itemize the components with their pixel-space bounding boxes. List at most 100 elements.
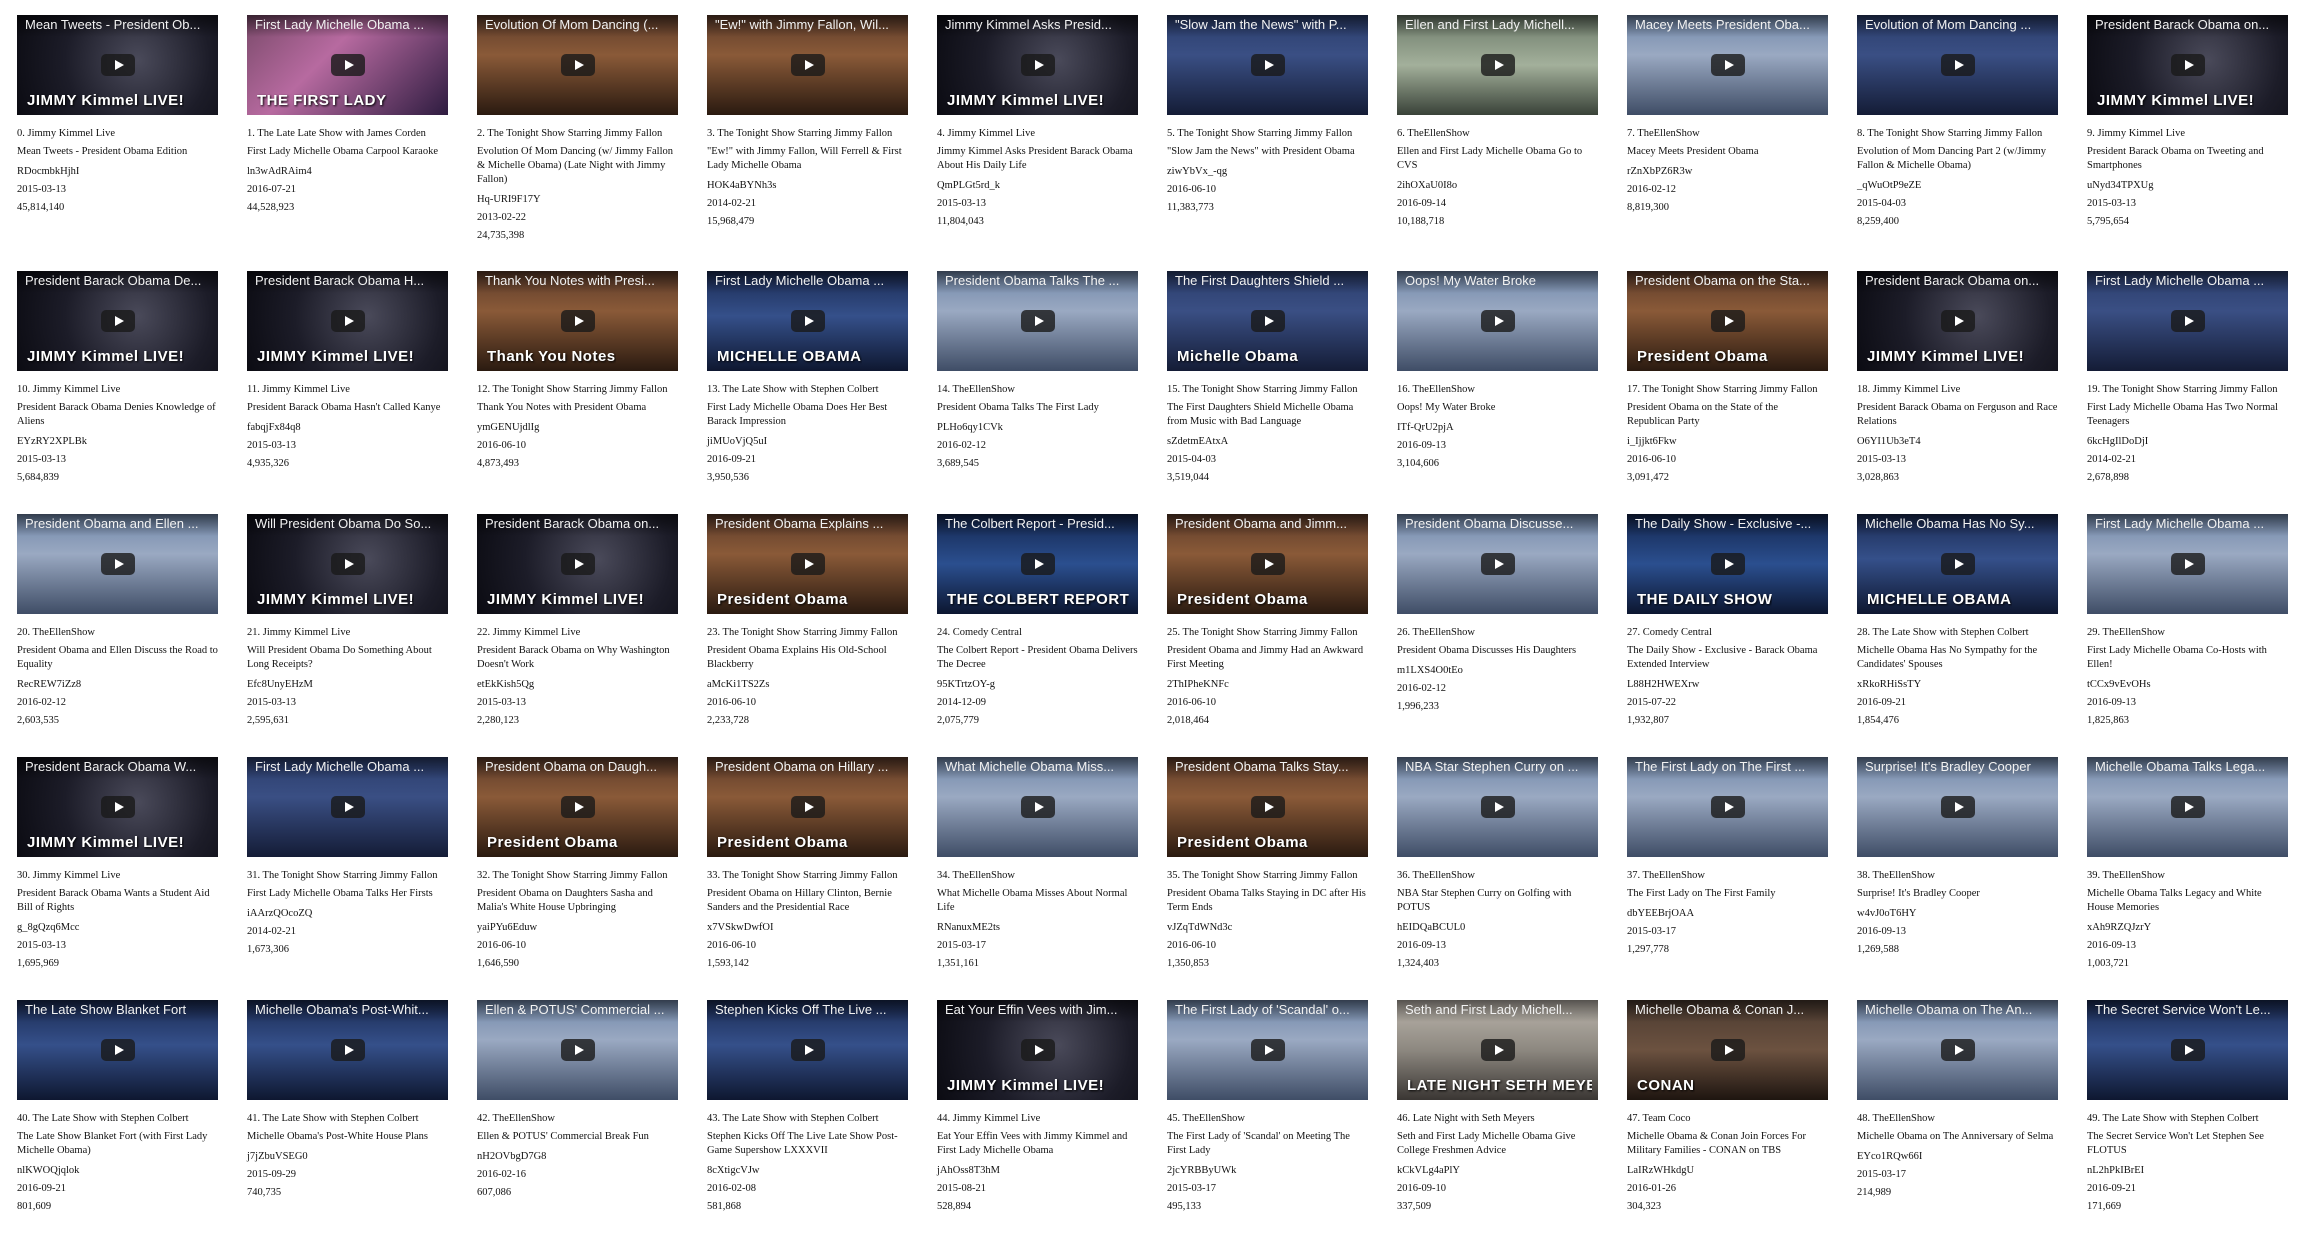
- video-thumbnail[interactable]: What Michelle Obama Miss...: [937, 757, 1138, 857]
- thumbnail-title[interactable]: Eat Your Effin Vees with Jim...: [937, 1000, 1138, 1022]
- play-icon[interactable]: [2170, 1039, 2205, 1061]
- thumbnail-title[interactable]: "Slow Jam the News" with P...: [1167, 15, 1368, 37]
- video-card[interactable]: Evolution Of Mom Dancing (... 2. The Toni…: [477, 15, 678, 247]
- thumbnail-title[interactable]: Michelle Obama & Conan J...: [1627, 1000, 1828, 1022]
- play-icon[interactable]: [1480, 796, 1515, 818]
- video-thumbnail[interactable]: First Lady Michelle Obama ... THE FIRST L…: [247, 15, 448, 115]
- video-thumbnail[interactable]: Michelle Obama on The An...: [1857, 1000, 2058, 1100]
- play-icon[interactable]: [1710, 310, 1745, 332]
- video-card[interactable]: Mean Tweets - President Ob... JIMMY Kimme…: [17, 15, 218, 219]
- play-icon[interactable]: [1480, 310, 1515, 332]
- video-card[interactable]: The First Daughters Shield ... Michelle O…: [1167, 271, 1368, 489]
- video-thumbnail[interactable]: Evolution Of Mom Dancing (...: [477, 15, 678, 115]
- video-card[interactable]: Michelle Obama on The An... 48. TheEllenS…: [1857, 1000, 2058, 1204]
- video-thumbnail[interactable]: First Lady Michelle Obama ...: [247, 757, 448, 857]
- video-card[interactable]: The Colbert Report - Presid... THE COLBER…: [937, 514, 1138, 732]
- video-thumbnail[interactable]: Thank You Notes with Presi... Thank You N…: [477, 271, 678, 371]
- thumbnail-title[interactable]: Michelle Obama's Post-Whit...: [247, 1000, 448, 1022]
- video-thumbnail[interactable]: Jimmy Kimmel Asks Presid... JIMMY Kimmel …: [937, 15, 1138, 115]
- video-card[interactable]: Macey Meets President Oba... 7. TheEllenS…: [1627, 15, 1828, 219]
- video-thumbnail[interactable]: Ellen and First Lady Michell...: [1397, 15, 1598, 115]
- thumbnail-title[interactable]: Michelle Obama on The An...: [1857, 1000, 2058, 1022]
- thumbnail-title[interactable]: President Obama Talks Stay...: [1167, 757, 1368, 779]
- play-icon[interactable]: [330, 796, 365, 818]
- video-thumbnail[interactable]: First Lady Michelle Obama ...: [2087, 514, 2288, 614]
- video-thumbnail[interactable]: President Obama on Daugh... President Oba…: [477, 757, 678, 857]
- video-card[interactable]: President Barack Obama on... JIMMY Kimmel…: [477, 514, 678, 732]
- thumbnail-title[interactable]: President Obama and Ellen ...: [17, 514, 218, 536]
- video-card[interactable]: President Obama and Jimm... President Oba…: [1167, 514, 1368, 732]
- video-thumbnail[interactable]: Michelle Obama Has No Sy... MICHELLE OBAM…: [1857, 514, 2058, 614]
- play-icon[interactable]: [1480, 1039, 1515, 1061]
- video-thumbnail[interactable]: President Barack Obama W... JIMMY Kimmel …: [17, 757, 218, 857]
- video-thumbnail[interactable]: President Barack Obama on... JIMMY Kimmel…: [477, 514, 678, 614]
- thumbnail-title[interactable]: The First Daughters Shield ...: [1167, 271, 1368, 293]
- video-card[interactable]: First Lady Michelle Obama ... 29. TheElle…: [2087, 514, 2288, 732]
- video-thumbnail[interactable]: Macey Meets President Oba...: [1627, 15, 1828, 115]
- thumbnail-title[interactable]: President Barack Obama De...: [17, 271, 218, 293]
- play-icon[interactable]: [560, 1039, 595, 1061]
- thumbnail-title[interactable]: NBA Star Stephen Curry on ...: [1397, 757, 1598, 779]
- video-card[interactable]: "Ew!" with Jimmy Fallon, Wil... 3. The To…: [707, 15, 908, 233]
- thumbnail-title[interactable]: President Barack Obama W...: [17, 757, 218, 779]
- video-card[interactable]: President Obama on Daugh... President Oba…: [477, 757, 678, 975]
- video-card[interactable]: Michelle Obama & Conan J... CONAN 47. Team…: [1627, 1000, 1828, 1218]
- thumbnail-title[interactable]: President Obama on the Sta...: [1627, 271, 1828, 293]
- video-card[interactable]: Thank You Notes with Presi... Thank You N…: [477, 271, 678, 475]
- thumbnail-title[interactable]: President Obama Explains ...: [707, 514, 908, 536]
- thumbnail-title[interactable]: Surprise! It's Bradley Cooper: [1857, 757, 2058, 779]
- play-icon[interactable]: [1020, 796, 1055, 818]
- thumbnail-title[interactable]: Michelle Obama Talks Lega...: [2087, 757, 2288, 779]
- thumbnail-title[interactable]: Stephen Kicks Off The Live ...: [707, 1000, 908, 1022]
- video-thumbnail[interactable]: NBA Star Stephen Curry on ...: [1397, 757, 1598, 857]
- play-icon[interactable]: [1940, 1039, 1975, 1061]
- video-thumbnail[interactable]: President Barack Obama on... JIMMY Kimmel…: [1857, 271, 2058, 371]
- thumbnail-title[interactable]: First Lady Michelle Obama ...: [247, 15, 448, 37]
- play-icon[interactable]: [1020, 54, 1055, 76]
- video-thumbnail[interactable]: President Obama on Hillary ... President …: [707, 757, 908, 857]
- video-thumbnail[interactable]: Surprise! It's Bradley Cooper: [1857, 757, 2058, 857]
- play-icon[interactable]: [560, 796, 595, 818]
- video-thumbnail[interactable]: First Lady Michelle Obama ...: [2087, 271, 2288, 371]
- play-icon[interactable]: [2170, 553, 2205, 575]
- video-card[interactable]: NBA Star Stephen Curry on ... 36. TheElle…: [1397, 757, 1598, 975]
- thumbnail-title[interactable]: President Barack Obama on...: [477, 514, 678, 536]
- thumbnail-title[interactable]: Evolution Of Mom Dancing (...: [477, 15, 678, 37]
- thumbnail-title[interactable]: Evolution of Mom Dancing ...: [1857, 15, 2058, 37]
- play-icon[interactable]: [1940, 796, 1975, 818]
- thumbnail-title[interactable]: Mean Tweets - President Ob...: [17, 15, 218, 37]
- video-card[interactable]: President Obama Discusse... 26. TheEllenS…: [1397, 514, 1598, 718]
- play-icon[interactable]: [100, 553, 135, 575]
- play-icon[interactable]: [100, 796, 135, 818]
- thumbnail-title[interactable]: Ellen and First Lady Michell...: [1397, 15, 1598, 37]
- play-icon[interactable]: [560, 553, 595, 575]
- video-thumbnail[interactable]: The Daily Show - Exclusive -... THE DAILY…: [1627, 514, 1828, 614]
- video-thumbnail[interactable]: Ellen & POTUS' Commercial ...: [477, 1000, 678, 1100]
- video-card[interactable]: President Obama Explains ... President Ob…: [707, 514, 908, 732]
- thumbnail-title[interactable]: President Obama Talks The ...: [937, 271, 1138, 293]
- play-icon[interactable]: [1250, 553, 1285, 575]
- play-icon[interactable]: [1250, 310, 1285, 332]
- thumbnail-title[interactable]: Ellen & POTUS' Commercial ...: [477, 1000, 678, 1022]
- video-card[interactable]: President Barack Obama on... JIMMY Kimmel…: [1857, 271, 2058, 489]
- video-thumbnail[interactable]: Evolution of Mom Dancing ...: [1857, 15, 2058, 115]
- video-card[interactable]: Eat Your Effin Vees with Jim... JIMMY Kim…: [937, 1000, 1138, 1218]
- video-card[interactable]: Michelle Obama Talks Lega... 39. TheEllen…: [2087, 757, 2288, 975]
- video-card[interactable]: President Barack Obama on... JIMMY Kimmel…: [2087, 15, 2288, 233]
- thumbnail-title[interactable]: The Colbert Report - Presid...: [937, 514, 1138, 536]
- play-icon[interactable]: [790, 310, 825, 332]
- play-icon[interactable]: [1250, 1039, 1285, 1061]
- video-thumbnail[interactable]: The First Daughters Shield ... Michelle O…: [1167, 271, 1368, 371]
- video-card[interactable]: The Daily Show - Exclusive -... THE DAILY…: [1627, 514, 1828, 732]
- video-card[interactable]: First Lady Michelle Obama ... 31. The Ton…: [247, 757, 448, 961]
- play-icon[interactable]: [100, 310, 135, 332]
- video-card[interactable]: Michelle Obama's Post-Whit... 41. The Lat…: [247, 1000, 448, 1204]
- thumbnail-title[interactable]: First Lady Michelle Obama ...: [247, 757, 448, 779]
- video-card[interactable]: Stephen Kicks Off The Live ... 43. The La…: [707, 1000, 908, 1218]
- video-thumbnail[interactable]: Michelle Obama's Post-Whit...: [247, 1000, 448, 1100]
- video-card[interactable]: President Obama on the Sta... President O…: [1627, 271, 1828, 489]
- video-thumbnail[interactable]: President Obama on the Sta... President O…: [1627, 271, 1828, 371]
- play-icon[interactable]: [1710, 54, 1745, 76]
- thumbnail-title[interactable]: Oops! My Water Broke: [1397, 271, 1598, 293]
- video-thumbnail[interactable]: President Obama Explains ... President Ob…: [707, 514, 908, 614]
